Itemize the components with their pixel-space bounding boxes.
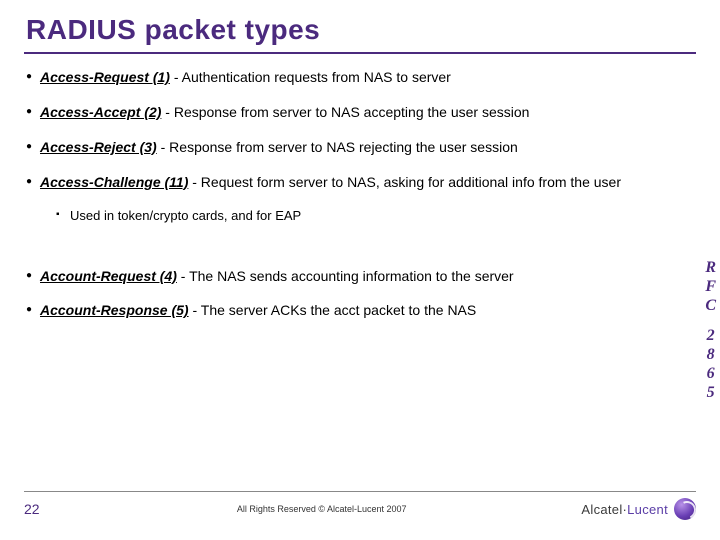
page-number: 22: [24, 501, 62, 517]
content-area: Access-Request (1) - Authentication requ…: [0, 68, 720, 320]
bullet-item: Account-Response (5) - The server ACKs t…: [26, 301, 680, 320]
bullet-item: Access-Accept (2) - Response from server…: [26, 103, 680, 122]
brand-text: Alcatel·Lucent: [581, 502, 668, 517]
bullet-desc: - Request form server to NAS, asking for…: [188, 174, 621, 190]
bullet-desc: - Authentication requests from NAS to se…: [170, 69, 451, 85]
side-char: 5: [705, 383, 716, 402]
side-rfc-label: R F C 2 8 6 5: [705, 258, 716, 402]
side-char: 8: [705, 345, 716, 364]
bullet-term: Access-Challenge (11): [40, 174, 188, 190]
bullet-item: Access-Challenge (11) - Request form ser…: [26, 173, 680, 192]
footer-divider: [24, 491, 696, 492]
side-char: F: [705, 277, 716, 296]
copyright-text: All Rights Reserved © Alcatel-Lucent 200…: [62, 504, 581, 514]
side-char: C: [705, 296, 716, 315]
bullet-term: Account-Request (4): [40, 268, 177, 284]
side-char: R: [705, 258, 716, 277]
bullet-desc: - The NAS sends accounting information t…: [177, 268, 514, 284]
bullet-item: Access-Request (1) - Authentication requ…: [26, 68, 680, 87]
bullet-term: Access-Accept (2): [40, 104, 161, 120]
bullet-desc: - Response from server to NAS accepting …: [161, 104, 529, 120]
slide: RADIUS packet types Access-Request (1) -…: [0, 0, 720, 540]
footer-row: 22 All Rights Reserved © Alcatel-Lucent …: [24, 498, 696, 520]
slide-title: RADIUS packet types: [0, 0, 720, 52]
brand: Alcatel·Lucent: [581, 498, 696, 520]
bullet-term: Account-Response (5): [40, 302, 189, 318]
spacer: [705, 316, 716, 326]
side-char: 6: [705, 364, 716, 383]
bullet-item: Access-Reject (3) - Response from server…: [26, 138, 680, 157]
bullet-desc: - The server ACKs the acct packet to the…: [189, 302, 477, 318]
footer: 22 All Rights Reserved © Alcatel-Lucent …: [0, 491, 720, 520]
side-char: 2: [705, 326, 716, 345]
bullet-item: Account-Request (4) - The NAS sends acco…: [26, 267, 680, 286]
title-underline: [24, 52, 696, 54]
bullet-term: Access-Request (1): [40, 69, 170, 85]
bullet-term: Access-Reject (3): [40, 139, 157, 155]
brand-pre: Alcatel·: [581, 502, 627, 517]
sub-bullet: Used in token/crypto cards, and for EAP: [56, 208, 680, 223]
brand-logo-icon: [674, 498, 696, 520]
brand-post: Lucent: [627, 502, 668, 517]
bullet-desc: - Response from server to NAS rejecting …: [157, 139, 518, 155]
spacer: [26, 239, 680, 259]
